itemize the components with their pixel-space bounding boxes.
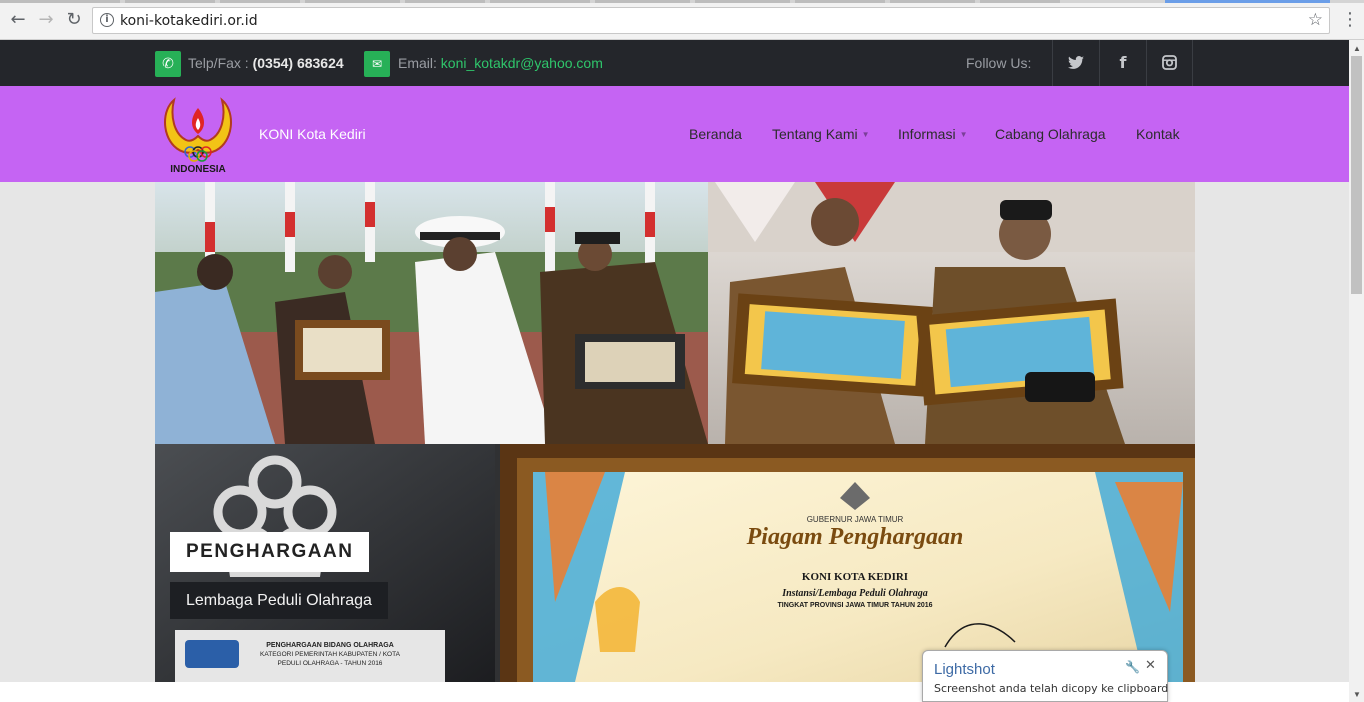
page-scrollbar[interactable]: ▲ ▼ bbox=[1349, 40, 1364, 702]
slide-title: PENGHARGAAN bbox=[170, 532, 370, 572]
nav-label: Cabang Olahraga bbox=[995, 126, 1106, 142]
star-icon[interactable]: ☆ bbox=[1308, 10, 1323, 30]
nav-label: Kontak bbox=[1136, 126, 1180, 142]
tab-strip bbox=[0, 0, 1364, 3]
follow-label: Follow Us: bbox=[966, 55, 1032, 71]
scroll-down-icon[interactable]: ▼ bbox=[1353, 690, 1361, 699]
cert-category: Instansi/Lembaga Peduli Olahraga bbox=[781, 588, 928, 599]
nav-beranda[interactable]: Beranda bbox=[689, 126, 742, 142]
nav-label: Beranda bbox=[689, 126, 742, 142]
slide-subtitle: Lembaga Peduli Olahraga bbox=[170, 582, 388, 619]
plaque-line-1: PENGHARGAAN BIDANG OLAHRAGA bbox=[266, 642, 394, 649]
cert-recipient: KONI KOTA KEDIRI bbox=[802, 571, 908, 583]
caret-down-icon: ▼ bbox=[861, 130, 870, 139]
plaque-line-3: PEDULI OLAHRAGA - TAHUN 2016 bbox=[278, 660, 383, 667]
logo-text: INDONESIA bbox=[170, 164, 226, 175]
forward-arrow-icon[interactable]: → bbox=[36, 10, 56, 30]
email-info: Email: koni_kotakdr@yahoo.com bbox=[398, 55, 603, 71]
email-label: Email: bbox=[398, 55, 441, 71]
site-brand[interactable]: KONI Kota Kediri bbox=[259, 126, 366, 142]
reload-icon[interactable]: ↻ bbox=[64, 10, 84, 30]
nav-cabang-olahraga[interactable]: Cabang Olahraga bbox=[995, 126, 1106, 142]
url-text[interactable]: koni-kotakediri.or.id bbox=[120, 13, 258, 29]
info-icon[interactable]: i bbox=[100, 13, 114, 27]
twitter-icon[interactable] bbox=[1052, 40, 1099, 86]
nav-label: Tentang Kami bbox=[772, 126, 858, 142]
kebab-menu-icon[interactable]: ⋮ bbox=[1341, 10, 1359, 30]
toast-title: Lightshot bbox=[934, 661, 995, 678]
nav-kontak[interactable]: Kontak bbox=[1136, 126, 1180, 142]
top-info-bar: ✆ Telp/Fax : (0354) 683624 ✉ Email: koni… bbox=[0, 40, 1349, 86]
cert-level: TINGKAT PROVINSI JAWA TIMUR TAHUN 2016 bbox=[777, 602, 932, 609]
nav-label: Informasi bbox=[898, 126, 956, 142]
email-link[interactable]: koni_kotakdr@yahoo.com bbox=[441, 55, 603, 71]
instagram-icon[interactable] bbox=[1146, 40, 1193, 86]
phone-label: Telp/Fax : bbox=[188, 55, 253, 71]
toast-message: Screenshot anda telah dicopy ke clipboar… bbox=[934, 682, 1169, 695]
close-icon[interactable]: ✕ bbox=[1145, 658, 1156, 673]
cert-heading: Piagam Penghargaan bbox=[746, 524, 964, 550]
phone-number: (0354) 683624 bbox=[252, 55, 344, 71]
phone-info: Telp/Fax : (0354) 683624 bbox=[188, 55, 344, 71]
phone-icon: ✆ bbox=[155, 51, 181, 77]
back-arrow-icon[interactable]: ← bbox=[8, 10, 28, 30]
scroll-up-icon[interactable]: ▲ bbox=[1353, 44, 1361, 53]
browser-toolbar: ← → ↻ i koni-kotakediri.or.id ☆ ⋮ bbox=[0, 0, 1364, 40]
plaque-line-2: KATEGORI PEMERINTAH KABUPATEN / KOTA bbox=[260, 651, 401, 658]
cert-issuer: GUBERNUR JAWA TIMUR bbox=[807, 515, 904, 524]
email-icon: ✉ bbox=[364, 51, 390, 77]
address-bar[interactable]: i koni-kotakediri.or.id ☆ bbox=[92, 7, 1330, 34]
caret-down-icon: ▼ bbox=[959, 130, 968, 139]
scroll-thumb[interactable] bbox=[1351, 56, 1362, 294]
koni-logo[interactable]: INDONESIA bbox=[160, 92, 236, 176]
site-header: INDONESIA KONI Kota Kediri Beranda Tenta… bbox=[0, 86, 1349, 182]
facebook-icon[interactable]: f bbox=[1099, 40, 1146, 86]
nav-tentang-kami[interactable]: Tentang Kami ▼ bbox=[772, 126, 870, 142]
wrench-icon[interactable]: 🔧 bbox=[1125, 660, 1140, 674]
nav-informasi[interactable]: Informasi ▼ bbox=[898, 126, 968, 142]
lightshot-notification[interactable]: Lightshot 🔧 ✕ Screenshot anda telah dico… bbox=[922, 650, 1168, 702]
